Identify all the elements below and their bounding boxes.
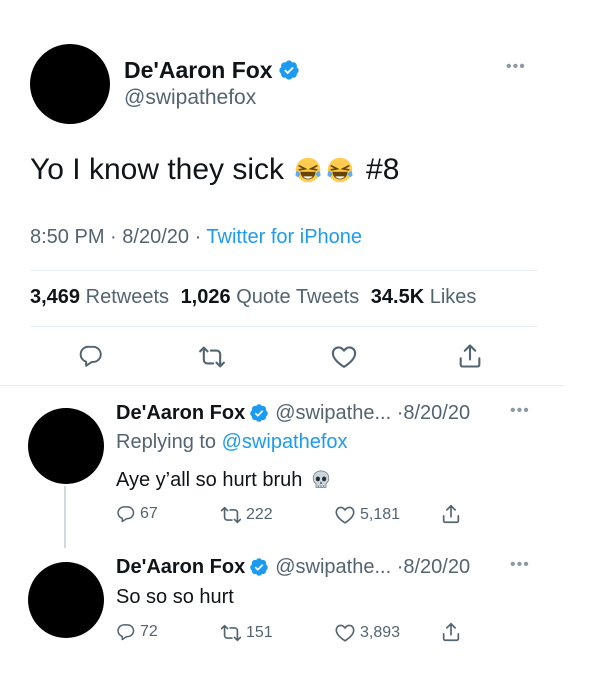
more-icon[interactable]: ••• xyxy=(510,556,530,574)
tweet-source-link[interactable]: Twitter for iPhone xyxy=(206,226,362,248)
replying-to: Replying to @swipathefox xyxy=(116,431,348,454)
author-name-row: De'Aaron Fox xyxy=(124,57,300,83)
like-button[interactable]: 3,893 xyxy=(334,622,400,644)
reply-button[interactable]: 67 xyxy=(116,504,158,524)
retweet-button[interactable]: 151 xyxy=(220,622,273,644)
retweet-count: 151 xyxy=(246,624,273,641)
main-tweet: De'Aaron Fox @swipathefox ••• Yo I know … xyxy=(0,0,598,390)
retweet-count: 222 xyxy=(246,506,273,523)
share-icon xyxy=(440,503,462,525)
tweet-time[interactable]: 8:50 PM xyxy=(30,226,104,248)
reply-count: 72 xyxy=(140,623,158,640)
quotes-stat[interactable]: 1,026 Quote Tweets xyxy=(181,286,360,308)
like-button[interactable] xyxy=(330,343,358,371)
author-handle[interactable]: @swipathefox xyxy=(124,86,256,110)
engagement-stats: 3,469 Retweets 1,026 Quote Tweets 34.5K … xyxy=(30,286,476,309)
divider xyxy=(0,385,565,386)
verified-badge-icon xyxy=(278,59,300,81)
replying-handle-link[interactable]: @swipathefox xyxy=(222,431,348,453)
author-name[interactable]: De'Aaron Fox xyxy=(116,402,245,425)
share-icon xyxy=(456,342,484,370)
reply-icon xyxy=(78,343,104,369)
meta-separator: · xyxy=(391,555,404,578)
reply-body: Aye y’all so hurt bruh xyxy=(116,468,303,491)
like-icon xyxy=(330,343,358,371)
share-button[interactable] xyxy=(456,342,484,370)
tweet-body: Yo I know they sick xyxy=(30,153,285,186)
share-icon xyxy=(440,621,462,643)
like-icon xyxy=(334,504,356,526)
meta-separator: · xyxy=(194,226,207,248)
likes-count: 34.5K xyxy=(370,286,425,308)
laughing-emoji-icon xyxy=(294,156,322,184)
reply-tweet[interactable]: De'Aaron Fox @swipathe... · 8/20/20 ••• … xyxy=(0,540,598,680)
author-handle[interactable]: @swipathe... xyxy=(275,402,391,425)
retweet-button[interactable]: 222 xyxy=(220,504,273,526)
quotes-count: 1,026 xyxy=(180,286,231,308)
reply-icon xyxy=(116,504,136,524)
more-icon[interactable]: ••• xyxy=(506,58,526,76)
share-button[interactable] xyxy=(440,503,462,525)
retweets-stat[interactable]: 3,469 Retweets xyxy=(30,286,169,308)
tweet-date[interactable]: 8/20/20 xyxy=(122,226,189,248)
reply-icon xyxy=(116,622,136,642)
like-icon xyxy=(334,622,356,644)
reply-button[interactable]: 72 xyxy=(116,622,158,642)
author-handle[interactable]: @swipathe... xyxy=(275,556,391,579)
reply-body: So so so hurt xyxy=(116,586,234,608)
retweets-count: 3,469 xyxy=(30,286,81,308)
verified-badge-icon xyxy=(249,557,269,577)
reply-count: 67 xyxy=(140,505,158,522)
reply-header: De'Aaron Fox @swipathe... · 8/20/20 xyxy=(116,400,470,426)
verified-badge-icon xyxy=(249,403,269,423)
quotes-label: Quote Tweets xyxy=(236,286,360,308)
laughing-emoji-icon xyxy=(326,156,354,184)
like-button[interactable]: 5,181 xyxy=(334,504,400,526)
avatar[interactable] xyxy=(30,44,110,124)
skull-emoji-icon xyxy=(310,469,332,491)
thread-connector xyxy=(64,486,66,548)
meta-separator: · xyxy=(391,401,404,424)
tweet-meta: 8:50 PM · 8/20/20 · Twitter for iPhone xyxy=(30,226,362,249)
author-name[interactable]: De'Aaron Fox xyxy=(124,57,273,84)
like-count: 5,181 xyxy=(360,506,401,523)
tweet-text: Yo I know they sick #8 xyxy=(30,150,399,190)
retweet-icon xyxy=(198,343,226,371)
retweet-icon xyxy=(220,504,242,526)
replying-label: Replying to xyxy=(116,431,217,453)
more-icon[interactable]: ••• xyxy=(510,402,530,420)
avatar[interactable] xyxy=(28,562,104,638)
hashtag-link[interactable]: #8 xyxy=(366,153,399,187)
reply-button[interactable] xyxy=(78,343,104,369)
meta-separator: · xyxy=(110,226,123,248)
avatar[interactable] xyxy=(28,408,104,484)
reply-tweet[interactable]: De'Aaron Fox @swipathe... · 8/20/20 ••• … xyxy=(0,390,598,548)
divider xyxy=(30,270,538,271)
likes-label: Likes xyxy=(429,286,477,308)
reply-date[interactable]: 8/20/20 xyxy=(403,402,470,425)
divider xyxy=(30,326,538,327)
retweet-icon xyxy=(220,622,242,644)
share-button[interactable] xyxy=(440,621,462,643)
like-count: 3,893 xyxy=(360,624,401,641)
retweet-button[interactable] xyxy=(198,343,226,371)
author-name[interactable]: De'Aaron Fox xyxy=(116,556,245,579)
reply-date[interactable]: 8/20/20 xyxy=(403,556,470,579)
likes-stat[interactable]: 34.5K Likes xyxy=(371,286,477,308)
reply-header: De'Aaron Fox @swipathe... · 8/20/20 xyxy=(116,554,470,580)
reply-text: Aye y’all so hurt bruh xyxy=(116,466,332,494)
retweets-label: Retweets xyxy=(85,286,169,308)
